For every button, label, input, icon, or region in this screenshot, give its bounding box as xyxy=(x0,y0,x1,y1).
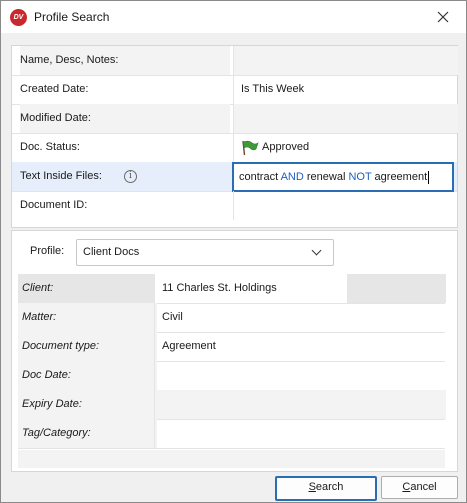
created-date-field[interactable]: Is This Week xyxy=(233,75,458,104)
criteria-label: Name, Desc, Notes: xyxy=(20,46,230,75)
client-value: 11 Charles St. Holdings xyxy=(162,282,277,294)
field-label: Expiry Date: xyxy=(18,390,157,419)
field-label: Doc Date: xyxy=(18,361,157,390)
criteria-row-doc-status: Doc. Status: Approved xyxy=(12,133,457,163)
criteria-row-name-desc-notes: Name, Desc, Notes: xyxy=(12,46,458,76)
profile-panel: Profile: Client Docs Client: 11 Charles … xyxy=(11,230,458,472)
modified-date-field[interactable] xyxy=(233,104,458,133)
query-operator: AND xyxy=(280,171,304,183)
matter-field[interactable]: Civil xyxy=(154,303,446,332)
criteria-row-modified-date: Modified Date: xyxy=(12,104,458,134)
field-row-expiry-date: Expiry Date: xyxy=(18,390,446,420)
search-criteria-panel: Name, Desc, Notes: Created Date: Is This… xyxy=(11,45,458,228)
close-button[interactable] xyxy=(429,5,457,29)
expiry-date-field[interactable] xyxy=(154,390,446,419)
field-label: Matter: xyxy=(18,303,157,332)
field-row-matter: Matter: Civil xyxy=(18,303,445,333)
chevron-down-icon xyxy=(311,245,322,256)
criteria-label: Modified Date: xyxy=(20,104,230,133)
doc-status-field[interactable]: Approved xyxy=(233,133,458,162)
profile-dropdown[interactable]: Client Docs xyxy=(76,239,334,266)
profile-label: Profile: xyxy=(30,245,65,257)
matter-value: Civil xyxy=(162,311,183,323)
flag-icon xyxy=(242,140,259,156)
field-row-client: Client: 11 Charles St. Holdings xyxy=(18,274,446,304)
grid-footer xyxy=(18,450,445,468)
app-logo-icon: DV xyxy=(10,9,27,26)
document-type-field[interactable]: Agreement xyxy=(154,332,446,361)
text-inside-files-cell: contract AND renewal NOT agreement xyxy=(232,162,457,192)
query-term: renewal xyxy=(303,171,349,183)
field-label: Client: xyxy=(18,274,157,303)
field-row-doc-date: Doc Date: xyxy=(18,361,445,391)
criteria-label: Document ID: xyxy=(20,199,88,211)
cancel-button[interactable]: Cancel xyxy=(381,476,458,499)
text-caret xyxy=(428,170,430,184)
created-date-value: Is This Week xyxy=(241,83,305,95)
field-row-tag-category: Tag/Category: xyxy=(18,419,445,449)
document-type-value: Agreement xyxy=(162,340,216,352)
doc-date-field[interactable] xyxy=(154,361,446,390)
doc-status-value: Approved xyxy=(262,141,310,153)
document-id-field[interactable] xyxy=(233,191,458,220)
field-row-document-type: Document type: Agreement xyxy=(18,332,445,362)
client-field[interactable]: 11 Charles St. Holdings xyxy=(154,274,446,303)
criteria-label: Created Date: xyxy=(20,83,89,95)
profile-selected-value: Client Docs xyxy=(83,246,140,258)
tag-category-field[interactable] xyxy=(154,419,446,448)
query-operator: NOT xyxy=(348,171,372,183)
window-title: Profile Search xyxy=(34,10,110,24)
cancel-label: ancel xyxy=(410,481,437,493)
query-term: contract xyxy=(239,171,281,183)
search-button[interactable]: Search xyxy=(275,476,377,501)
search-mnemonic: S xyxy=(308,481,316,493)
profile-search-window: DV Profile Search Name, Desc, Notes: Cre… xyxy=(0,0,467,503)
search-label: earch xyxy=(315,481,344,493)
query-text: contract AND renewal NOT agreement xyxy=(239,164,430,190)
name-desc-notes-field[interactable] xyxy=(233,46,458,75)
criteria-row-created-date: Created Date: Is This Week xyxy=(12,75,457,105)
text-inside-files-input[interactable]: contract AND renewal NOT agreement xyxy=(232,162,454,192)
query-term: agreement xyxy=(371,171,428,183)
field-label: Document type: xyxy=(18,332,157,361)
field-label: Tag/Category: xyxy=(18,419,157,448)
criteria-row-document-id: Document ID: xyxy=(12,191,457,220)
criteria-row-text-inside-files: Text Inside Files: i contract AND renewa… xyxy=(12,162,457,192)
close-icon xyxy=(437,11,449,23)
info-icon[interactable]: i xyxy=(124,170,137,183)
title-bar: DV Profile Search xyxy=(1,1,466,33)
criteria-label: Doc. Status: xyxy=(20,141,80,153)
